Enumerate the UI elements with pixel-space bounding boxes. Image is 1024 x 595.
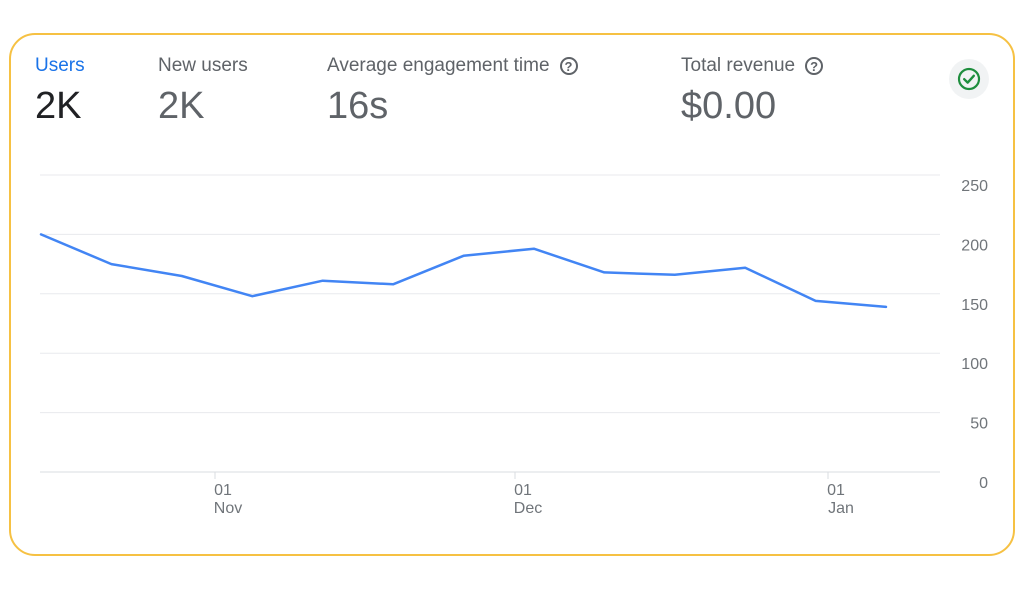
series-line xyxy=(39,233,888,309)
x-tick-day: 01 xyxy=(214,482,232,499)
x-tick-month: Nov xyxy=(214,500,242,517)
y-tick-label: 50 xyxy=(970,416,988,433)
users-line-chart: 050100150200250 01Nov01Dec01Jan xyxy=(39,174,988,517)
y-tick-label: 0 xyxy=(979,475,988,492)
y-tick-label: 150 xyxy=(961,297,988,314)
x-axis: 01Nov01Dec01Jan xyxy=(214,472,854,517)
y-tick-label: 250 xyxy=(961,178,988,195)
x-tick-month: Dec xyxy=(514,500,542,517)
y-tick-label: 200 xyxy=(961,237,988,254)
y-tick-label: 100 xyxy=(961,356,988,373)
chart-series xyxy=(39,233,888,309)
y-axis: 0 50 100 150 200 250 xyxy=(961,178,988,492)
x-tick-month: Jan xyxy=(828,500,854,517)
x-tick-day: 01 xyxy=(827,482,845,499)
x-tick-day: 01 xyxy=(514,482,532,499)
chart-grid xyxy=(40,174,940,473)
